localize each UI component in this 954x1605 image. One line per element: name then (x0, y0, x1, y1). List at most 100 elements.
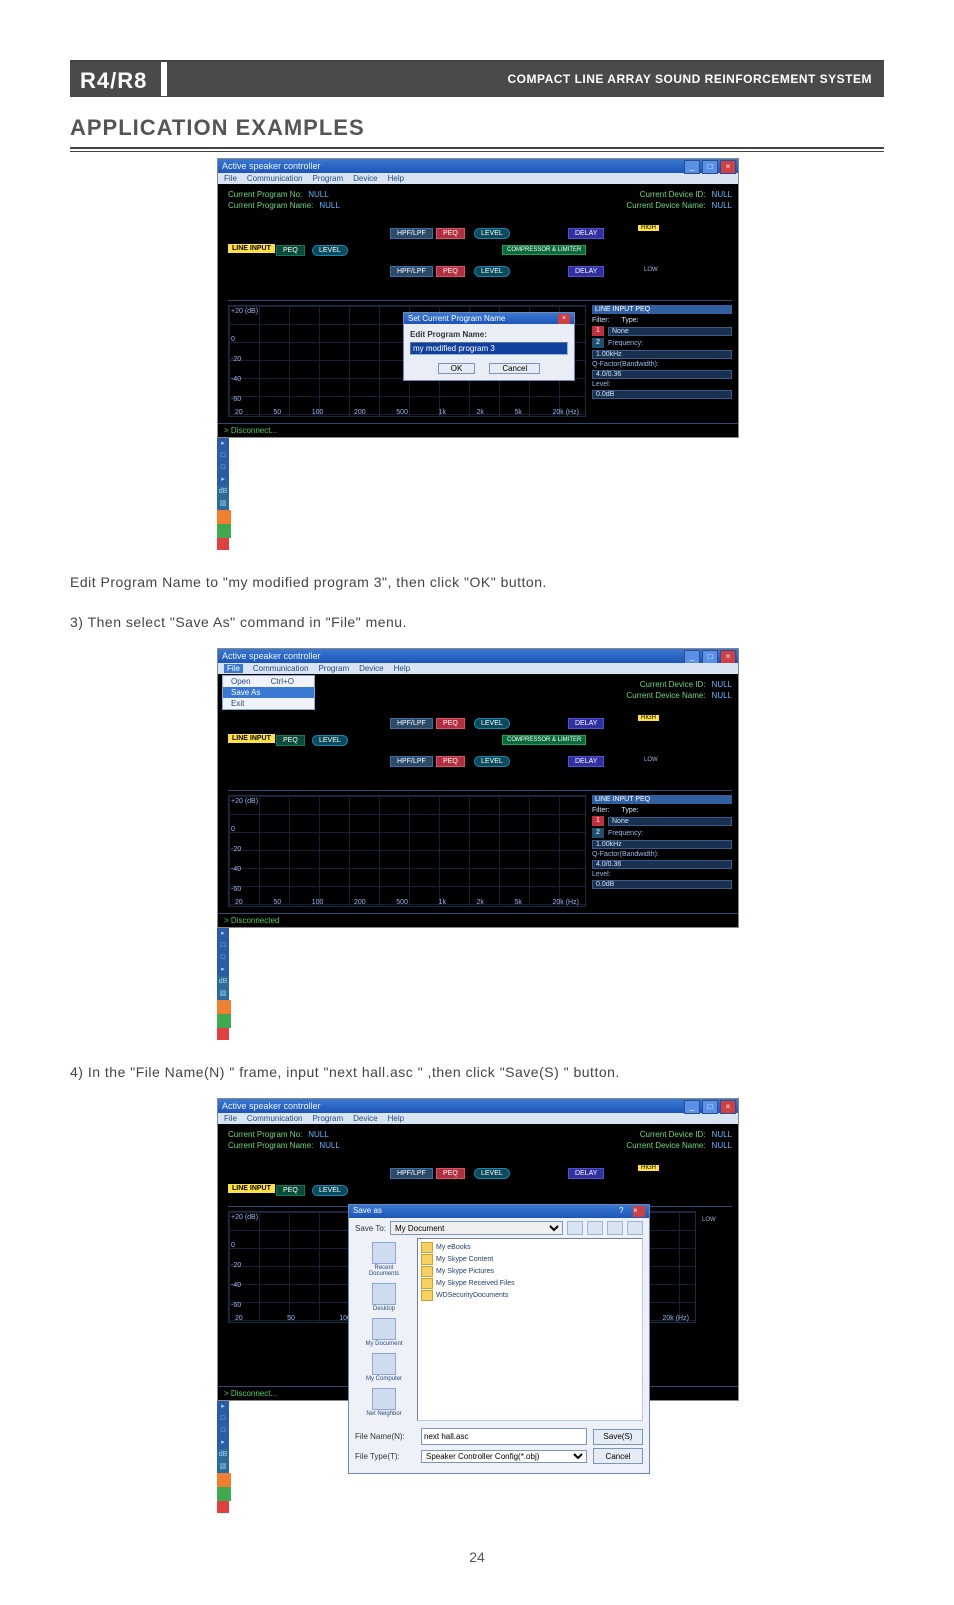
menu-communication[interactable]: Communication (247, 174, 303, 183)
place-mycomputer[interactable]: My Computer (360, 1353, 408, 1382)
view-icon[interactable] (627, 1221, 643, 1235)
toolbar-icon[interactable]: dB (217, 976, 229, 988)
filter-1[interactable]: 1 (592, 326, 604, 336)
node-high-delay[interactable]: DELAY (568, 1168, 604, 1179)
maximize-button[interactable]: □ (702, 650, 718, 664)
dialog-close-button[interactable]: × (558, 314, 570, 324)
node-high-hpf[interactable]: HPF/LPF (390, 1168, 433, 1179)
place-mydocs[interactable]: My Document (360, 1318, 408, 1347)
toolbar-icon[interactable]: □ (217, 450, 229, 462)
node-high-level[interactable]: LEVEL (474, 1168, 510, 1179)
place-recent[interactable]: Recent Documents (360, 1242, 408, 1277)
node-high-level[interactable]: LEVEL (474, 228, 510, 239)
ok-button[interactable]: OK (438, 363, 476, 374)
back-icon[interactable] (567, 1221, 583, 1235)
dialog-close-button[interactable]: × (633, 1206, 645, 1217)
toolbar-icon[interactable]: ▸ (217, 1437, 229, 1449)
node-low-level[interactable]: LEVEL (474, 266, 510, 277)
node-high-delay[interactable]: DELAY (568, 228, 604, 239)
toolbar-icon[interactable] (217, 1473, 231, 1487)
filter-2[interactable]: 2 (592, 828, 604, 838)
filter-1[interactable]: 1 (592, 816, 604, 826)
node-input-level[interactable]: LEVEL (312, 1185, 348, 1196)
toolbar-icon[interactable] (217, 1487, 231, 1501)
up-icon[interactable] (587, 1221, 603, 1235)
node-input-peq[interactable]: PEQ (276, 735, 305, 746)
toolbar-icon[interactable]: ▸ (217, 1401, 229, 1413)
file-menu-exit[interactable]: Exit (223, 698, 314, 709)
node-high-peq[interactable]: PEQ (436, 1168, 465, 1179)
freq-field[interactable]: 1.00kHz (592, 840, 732, 849)
cancel-button[interactable]: Cancel (593, 1448, 643, 1464)
minimize-button[interactable]: _ (684, 650, 700, 664)
menu-file[interactable]: File (224, 1114, 237, 1123)
toolbar-icon[interactable]: ▧ (217, 988, 229, 1000)
q-field[interactable]: 4.0/0.36 (592, 370, 732, 379)
type-dropdown[interactable]: None (608, 817, 732, 826)
save-to-dropdown[interactable]: My Document (390, 1221, 563, 1235)
toolbar-icon[interactable] (217, 510, 231, 524)
file-list[interactable]: My eBooks My Skype Content My Skype Pict… (417, 1238, 643, 1421)
node-high-delay[interactable]: DELAY (568, 718, 604, 729)
toolbar-icon[interactable]: □ (217, 940, 229, 952)
node-high-peq[interactable]: PEQ (436, 228, 465, 239)
toolbar-icon[interactable]: dB (217, 486, 229, 498)
menu-communication[interactable]: Communication (247, 1114, 303, 1123)
toolbar-icon[interactable]: ▧ (217, 1461, 229, 1473)
minimize-button[interactable]: _ (684, 160, 700, 174)
minimize-button[interactable]: _ (684, 1100, 700, 1114)
menu-program[interactable]: Program (312, 174, 343, 183)
node-high-hpf[interactable]: HPF/LPF (390, 718, 433, 729)
maximize-button[interactable]: □ (702, 160, 718, 174)
q-field[interactable]: 4.0/0.36 (592, 860, 732, 869)
toolbar-icon[interactable] (217, 1028, 229, 1040)
toolbar-icon[interactable]: ▸ (217, 964, 229, 976)
menu-device[interactable]: Device (359, 664, 383, 673)
toolbar-icon[interactable]: ▸ (217, 928, 229, 940)
toolbar-icon[interactable]: □ (217, 952, 229, 964)
menu-file[interactable]: File (224, 174, 237, 183)
menu-device[interactable]: Device (353, 1114, 377, 1123)
node-low-hpf[interactable]: HPF/LPF (390, 266, 433, 277)
menu-program[interactable]: Program (312, 1114, 343, 1123)
node-input-peq[interactable]: PEQ (276, 245, 305, 256)
node-high-peq[interactable]: PEQ (436, 718, 465, 729)
toolbar-icon[interactable]: ▸ (217, 438, 229, 450)
node-low-delay[interactable]: DELAY (568, 756, 604, 767)
node-input-level[interactable]: LEVEL (312, 245, 348, 256)
program-name-input[interactable] (410, 342, 568, 355)
menu-communication[interactable]: Communication (253, 664, 309, 673)
level-field[interactable]: 0.0dB (592, 390, 732, 399)
node-input-peq[interactable]: PEQ (276, 1185, 305, 1196)
file-menu-open[interactable]: OpenCtrl+O (223, 676, 314, 687)
menu-program[interactable]: Program (318, 664, 349, 673)
freq-field[interactable]: 1.00kHz (592, 350, 732, 359)
node-high-hpf[interactable]: HPF/LPF (390, 228, 433, 239)
file-name-input[interactable] (421, 1428, 587, 1445)
node-low-level[interactable]: LEVEL (474, 756, 510, 767)
node-low-delay[interactable]: DELAY (568, 266, 604, 277)
save-button[interactable]: Save(S) (593, 1429, 643, 1445)
toolbar-icon[interactable] (217, 524, 231, 538)
toolbar-icon[interactable] (217, 1501, 229, 1513)
node-compressor[interactable]: COMPRESSOR & LIMITER (502, 735, 586, 745)
toolbar-icon[interactable]: dB (217, 1449, 229, 1461)
file-menu-save-as[interactable]: Save As (223, 687, 314, 698)
toolbar-icon[interactable]: □ (217, 1425, 229, 1437)
close-button[interactable]: × (720, 650, 736, 664)
menu-help[interactable]: Help (388, 174, 404, 183)
toolbar-icon[interactable]: □ (217, 1413, 229, 1425)
toolbar-icon[interactable] (217, 1000, 231, 1014)
menu-device[interactable]: Device (353, 174, 377, 183)
file-type-dropdown[interactable]: Speaker Controller Config(*.obj) (421, 1450, 587, 1463)
node-low-peq[interactable]: PEQ (436, 756, 465, 767)
node-low-peq[interactable]: PEQ (436, 266, 465, 277)
place-desktop[interactable]: Desktop (360, 1283, 408, 1312)
type-dropdown[interactable]: None (608, 327, 732, 336)
toolbar-icon[interactable] (217, 538, 229, 550)
new-folder-icon[interactable] (607, 1221, 623, 1235)
node-low-hpf[interactable]: HPF/LPF (390, 756, 433, 767)
menu-file[interactable]: File (224, 664, 243, 673)
close-button[interactable]: × (720, 1100, 736, 1114)
filter-2[interactable]: 2 (592, 338, 604, 348)
